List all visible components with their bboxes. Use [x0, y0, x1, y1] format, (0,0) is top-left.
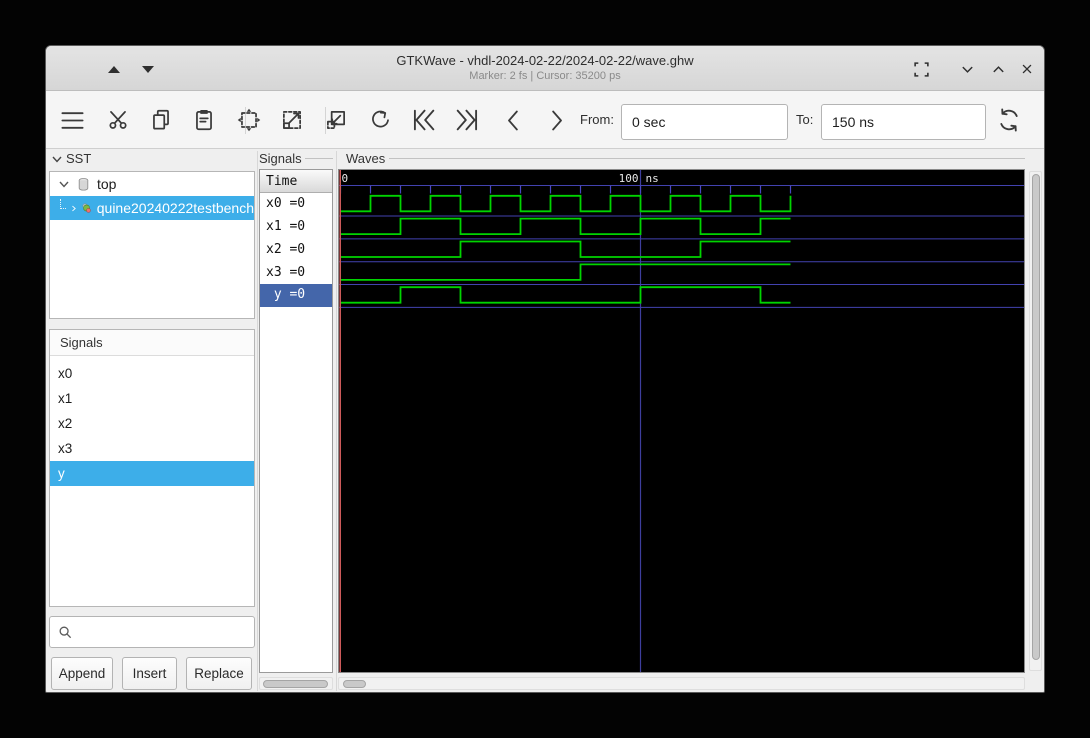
wave-name-hscrollbar[interactable]: [259, 677, 333, 690]
toolbar-separator: [325, 107, 326, 134]
fullscreen-button[interactable]: [908, 56, 934, 82]
skip-to-start-button[interactable]: [405, 101, 443, 139]
wave-name-row[interactable]: x2 =0: [260, 239, 332, 262]
gtkwave-window: GTKWave - vhdl-2024-02-22/2024-02-22/wav…: [45, 45, 1045, 693]
svg-text:ns: ns: [646, 172, 659, 185]
hamburger-menu-icon: [60, 111, 84, 129]
scrollbar-thumb[interactable]: [263, 679, 328, 688]
prev-edge-button[interactable]: [494, 101, 532, 139]
maximize-button[interactable]: [985, 56, 1011, 82]
tree-connector: [60, 199, 66, 209]
reload-button[interactable]: [990, 101, 1028, 139]
menu-button[interactable]: [53, 101, 91, 139]
signal-search-input[interactable]: [49, 616, 255, 648]
minimize-button[interactable]: [954, 56, 980, 82]
tree-node-label: top: [97, 176, 117, 192]
signal-list-item[interactable]: x1: [50, 386, 254, 411]
sst-label: SST: [66, 151, 92, 166]
zoom-in-icon: [283, 111, 301, 129]
zoom-fit-icon: [237, 108, 261, 132]
chevron-left-icon: [507, 110, 518, 130]
copy-button[interactable]: [142, 101, 180, 139]
insert-button[interactable]: Insert: [122, 657, 177, 690]
svg-text:100: 100: [619, 172, 639, 185]
wave-name-list: Time x0 =0 x1 =0 x2 =0 x3 =0 y =0: [259, 169, 333, 673]
copy-icon: [153, 109, 169, 130]
main-content: SST top quine20240222testbench Signals x…: [46, 149, 1044, 692]
window-title: GTKWave - vhdl-2024-02-22/2024-02-22/wav…: [396, 53, 694, 68]
reload-icon: [1000, 108, 1018, 132]
undo-icon: [372, 110, 389, 128]
tree-node-label: quine20240222testbench: [96, 200, 254, 216]
signal-list-item[interactable]: x0: [50, 361, 254, 386]
replace-button[interactable]: Replace: [186, 657, 252, 690]
zoom-fit-button[interactable]: [230, 101, 268, 139]
wave-name-row-selected[interactable]: y =0: [260, 284, 332, 308]
to-label: To:: [796, 112, 814, 127]
signal-list-item[interactable]: x2: [50, 411, 254, 436]
close-icon: [1022, 64, 1032, 74]
next-edge-button[interactable]: [537, 101, 575, 139]
main-toolbar: From: To:: [46, 91, 1044, 149]
from-label: From:: [580, 112, 614, 127]
signal-list-item-selected[interactable]: y: [50, 461, 254, 486]
append-button[interactable]: Append: [51, 657, 113, 690]
marker-cursor-status: Marker: 2 fs | Cursor: 35200 ps: [469, 70, 621, 82]
svg-text:0: 0: [342, 172, 349, 185]
wave-name-row[interactable]: x1 =0: [260, 216, 332, 239]
clipboard-paste-icon: [196, 110, 212, 131]
chevron-down-icon: [52, 156, 62, 163]
chevron-right-icon: [71, 205, 76, 211]
skip-backward-icon: [413, 109, 435, 131]
zoom-out-button[interactable]: [317, 101, 355, 139]
paste-button[interactable]: [185, 101, 223, 139]
scissors-icon: [109, 111, 127, 129]
skip-forward-icon: [456, 109, 478, 131]
close-button[interactable]: [1014, 56, 1040, 82]
chevron-down-icon: [59, 181, 69, 188]
chevron-down-icon: [961, 66, 973, 73]
signal-list-item[interactable]: x3: [50, 436, 254, 461]
wave-hscrollbar[interactable]: [338, 677, 1025, 690]
fullscreen-icon: [913, 61, 929, 77]
wave-list-frame-label: Signals: [259, 151, 333, 166]
waveform-plot: 0 100 ns: [339, 170, 1024, 672]
zoom-in-button[interactable]: [273, 101, 311, 139]
pane-splitter[interactable]: [256, 151, 258, 691]
waveform-canvas[interactable]: 0 100 ns: [338, 169, 1025, 673]
skip-to-end-button[interactable]: [448, 101, 486, 139]
tree-node-testbench[interactable]: quine20240222testbench: [50, 196, 254, 220]
wave-name-row[interactable]: x0 =0: [260, 193, 332, 216]
sst-tree-panel: top quine20240222testbench: [49, 171, 255, 319]
to-input[interactable]: [821, 104, 986, 140]
scrollbar-thumb[interactable]: [343, 679, 366, 688]
component-icon: [82, 203, 91, 213]
undo-button[interactable]: [361, 101, 399, 139]
sst-expander[interactable]: SST: [51, 151, 91, 166]
chevron-right-icon: [551, 110, 562, 130]
cut-button[interactable]: [99, 101, 137, 139]
pane-splitter[interactable]: [335, 151, 337, 691]
signals-panel: Signals x0 x1 x2 x3 y: [49, 329, 255, 607]
database-icon: [78, 177, 89, 191]
wave-name-row[interactable]: x3 =0: [260, 262, 332, 285]
time-header-button[interactable]: Time: [260, 170, 332, 193]
waves-frame-label: Waves: [346, 151, 1025, 166]
zoom-out-icon: [327, 111, 345, 129]
titlebar[interactable]: GTKWave - vhdl-2024-02-22/2024-02-22/wav…: [46, 46, 1044, 91]
search-icon: [59, 626, 72, 638]
wave-vscrollbar[interactable]: [1029, 171, 1042, 671]
scrollbar-thumb[interactable]: [1031, 174, 1040, 660]
chevron-up-icon: [992, 65, 1004, 72]
tree-node-top[interactable]: top: [50, 172, 254, 196]
from-input[interactable]: [621, 104, 788, 140]
signals-panel-header: Signals: [50, 330, 254, 356]
